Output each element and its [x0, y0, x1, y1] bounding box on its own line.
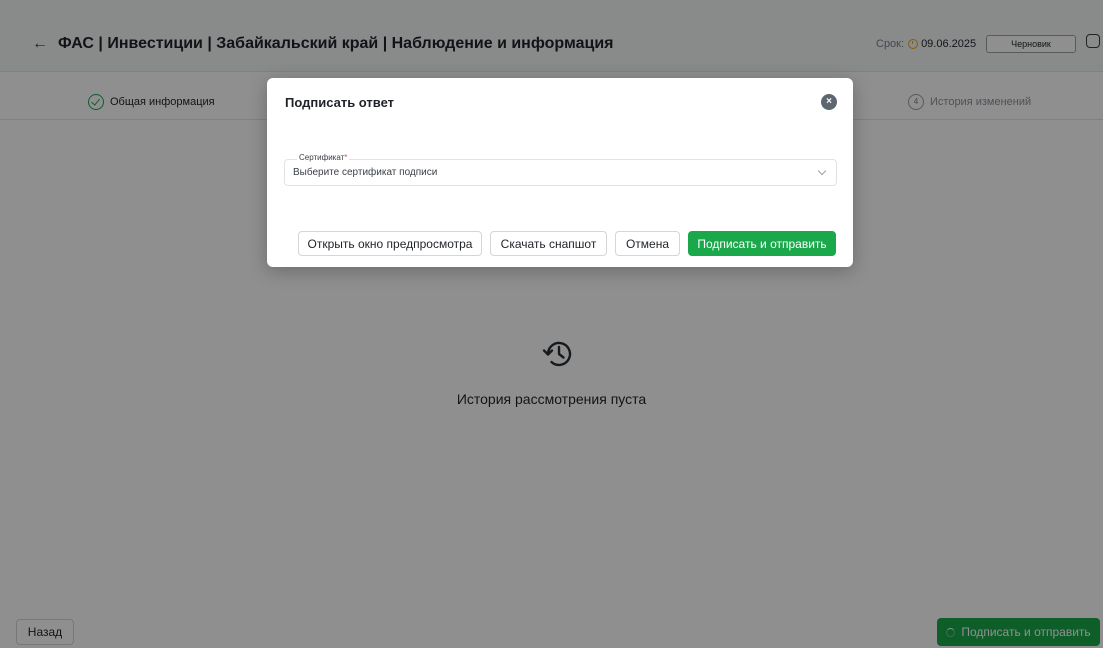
modal-title: Подписать ответ [285, 95, 395, 110]
certificate-label: Сертификат* [297, 153, 350, 162]
chevron-down-icon [817, 166, 827, 176]
download-snapshot-button[interactable]: Скачать снапшот [490, 231, 607, 256]
sign-dialog: Подписать ответ × Сертификат* Выберите с… [267, 78, 853, 267]
cancel-button[interactable]: Отмена [615, 231, 680, 256]
preview-button[interactable]: Открыть окно предпросмотра [298, 231, 482, 256]
certificate-placeholder: Выберите сертификат подписи [293, 167, 438, 178]
sign-and-send-button[interactable]: Подписать и отправить [688, 231, 836, 256]
certificate-select[interactable]: Сертификат* Выберите сертификат подписи [284, 153, 837, 186]
close-icon[interactable]: × [821, 94, 837, 110]
